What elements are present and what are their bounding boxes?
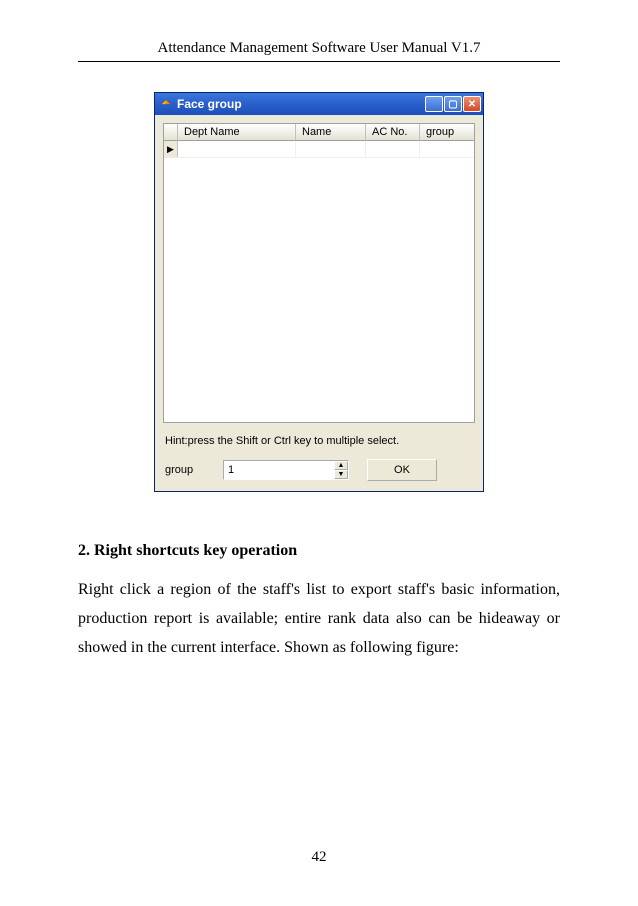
data-grid[interactable]: Dept Name Name AC No. group ▶ <box>163 123 475 423</box>
window-client-area: Dept Name Name AC No. group ▶ Hint:press… <box>155 115 483 491</box>
column-header-name[interactable]: Name <box>296 124 366 141</box>
section-heading: 2. Right shortcuts key operation <box>78 542 560 560</box>
column-header-dept[interactable]: Dept Name <box>178 124 296 141</box>
spin-down-icon[interactable]: ▼ <box>334 470 348 479</box>
grid-row[interactable]: ▶ <box>164 141 474 158</box>
face-group-window: Face group _ ▢ ✕ Dept Name Name AC No. g… <box>154 92 484 492</box>
grid-header[interactable]: Dept Name Name AC No. group <box>164 124 474 141</box>
cell-acno <box>366 141 420 157</box>
group-spinner[interactable]: ▲ ▼ <box>223 460 349 480</box>
column-header-group[interactable]: group <box>420 124 474 141</box>
body-paragraph: Right click a region of the staff's list… <box>78 576 560 662</box>
close-button[interactable]: ✕ <box>463 96 481 112</box>
header-rule <box>78 61 560 62</box>
window-controls: _ ▢ ✕ <box>425 96 481 112</box>
hint-text: Hint:press the Shift or Ctrl key to mult… <box>165 435 473 447</box>
titlebar[interactable]: Face group _ ▢ ✕ <box>155 93 483 115</box>
ok-button[interactable]: OK <box>367 459 437 481</box>
cell-group <box>420 141 474 157</box>
group-input[interactable] <box>224 461 334 479</box>
bottom-controls: group ▲ ▼ OK <box>163 457 475 483</box>
window-title: Face group <box>177 97 425 111</box>
grid-header-marker[interactable] <box>164 124 178 141</box>
document-header: Attendance Management Software User Manu… <box>78 40 560 57</box>
cell-dept <box>178 141 296 157</box>
cell-name <box>296 141 366 157</box>
spin-up-icon[interactable]: ▲ <box>334 461 348 470</box>
minimize-button[interactable]: _ <box>425 96 443 112</box>
page-number: 42 <box>0 849 638 866</box>
row-marker-icon: ▶ <box>164 141 178 157</box>
maximize-button[interactable]: ▢ <box>444 96 462 112</box>
app-icon <box>159 97 173 111</box>
column-header-acno[interactable]: AC No. <box>366 124 420 141</box>
group-label: group <box>165 464 215 476</box>
